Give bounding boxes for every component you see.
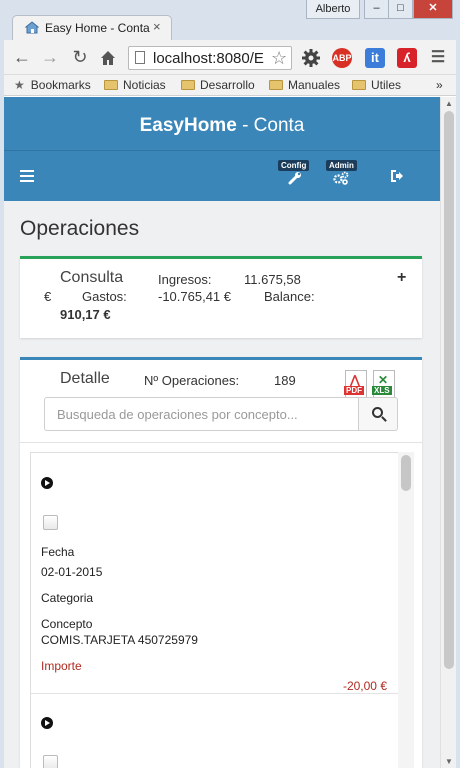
app-subtitle: - Conta (242, 115, 305, 136)
ingresos-label: Ingresos: (158, 272, 212, 287)
wrench-icon[interactable] (288, 171, 302, 185)
expand-plus-icon[interactable]: + (397, 269, 406, 287)
divider (20, 442, 422, 443)
tab-close-icon[interactable]: × (153, 19, 161, 34)
app-header: EasyHome - Conta (4, 97, 440, 150)
bookmark-folder-desarrollo[interactable]: Desarrollo (181, 78, 255, 92)
browser-toolbar: ← → ↻ localhost:8080/E ☆ ABP it ʎ ☰ (0, 40, 460, 75)
consulta-panel: Consulta Ingresos: 11.675,58 € Gastos: -… (20, 256, 422, 338)
window-titlebar: Easy Home - Conta × Alberto – □ ✕ (0, 0, 460, 41)
home-button-icon[interactable] (99, 49, 117, 67)
config-badge: Config (278, 160, 310, 171)
list-scrollbar-thumb[interactable] (401, 455, 411, 491)
operaciones-count-label: Nº Operaciones: (144, 373, 240, 388)
scroll-down-icon[interactable]: ▼ (445, 757, 453, 766)
address-bar[interactable]: localhost:8080/E ☆ (128, 46, 292, 70)
bookmarks-button[interactable]: ★ Bookmarks (14, 78, 91, 92)
page-title: Operaciones (20, 217, 140, 240)
bookmark-star-icon[interactable]: ☆ (271, 48, 287, 69)
folder-icon (269, 80, 283, 90)
tab-title: Easy Home - Conta (45, 21, 150, 35)
folder-icon (104, 80, 118, 90)
menu-icon[interactable]: ☰ (428, 48, 448, 68)
page-scrollbar[interactable]: ▲ ▼ (440, 97, 456, 768)
gastos-label: Gastos: (82, 289, 127, 304)
importe-label: Importe (41, 659, 82, 673)
operaciones-count-value: 189 (274, 373, 296, 388)
fecha-value: 02-01-2015 (41, 565, 103, 579)
page-viewport: EasyHome - Conta Config Admin Operacione… (4, 97, 440, 768)
bookmark-folder-noticias[interactable]: Noticias (104, 78, 166, 92)
gastos-value: -10.765,41 € (158, 289, 232, 304)
balance-label: Balance: (264, 289, 315, 304)
app-brand: EasyHome (139, 115, 237, 136)
gear-icon[interactable] (301, 48, 321, 68)
pdf-export-icon[interactable]: ⋀ PDF (344, 370, 367, 398)
divider (31, 693, 399, 694)
page-icon (135, 51, 145, 64)
app-navbar: Config Admin (4, 150, 440, 201)
select-checkbox[interactable] (43, 755, 58, 768)
back-icon[interactable]: ← (12, 47, 32, 67)
cogs-icon[interactable] (333, 171, 349, 185)
select-checkbox[interactable] (43, 515, 58, 530)
consulta-title: Consulta (60, 269, 124, 286)
fecha-label: Fecha (41, 545, 75, 559)
bookmarks-bar: ★ Bookmarks Noticias Desarrollo Manuales … (0, 75, 460, 96)
balance-value: 910,17 € (60, 307, 111, 322)
bookmark-folder-utiles[interactable]: Utiles (352, 78, 401, 92)
search-button[interactable] (358, 397, 398, 431)
folder-icon (352, 80, 366, 90)
scroll-up-icon[interactable]: ▲ (445, 99, 453, 108)
page-scrollbar-thumb[interactable] (444, 111, 454, 669)
profile-button[interactable]: Alberto (306, 0, 360, 19)
hamburger-menu-icon[interactable] (20, 170, 34, 182)
expand-play-icon[interactable] (41, 717, 53, 729)
importe-value: -20,00 € (342, 679, 387, 693)
browser-tab[interactable]: Easy Home - Conta × (12, 15, 172, 41)
home-icon (25, 21, 39, 34)
ingresos-value: 11.675,58 (244, 272, 301, 287)
admin-badge: Admin (326, 160, 357, 171)
folder-icon (181, 80, 195, 90)
operations-list: Fecha 02-01-2015 Categoria Concepto COMI… (30, 452, 400, 768)
detalle-panel: Detalle Nº Operaciones: 189 ⋀ PDF ✕ XLS … (20, 357, 422, 768)
minimize-button[interactable]: – (364, 0, 389, 19)
expand-play-icon[interactable] (41, 477, 53, 489)
search-input[interactable] (44, 397, 358, 431)
close-window-button[interactable]: ✕ (413, 0, 453, 19)
ingresos-currency: € (44, 289, 52, 304)
xls-export-icon[interactable]: ✕ XLS (372, 370, 395, 398)
adblock-icon[interactable]: ABP (332, 48, 352, 68)
detalle-title: Detalle (60, 370, 110, 387)
forward-icon[interactable]: → (40, 47, 60, 67)
window-border (456, 40, 460, 768)
url-text[interactable]: localhost:8080/E (153, 50, 269, 67)
bookmarks-overflow-button[interactable]: » (436, 78, 443, 92)
maximize-button[interactable]: □ (388, 0, 413, 19)
bookmark-folder-manuales[interactable]: Manuales (269, 78, 340, 92)
categoria-label: Categoria (41, 591, 94, 605)
concepto-label: Concepto (41, 617, 93, 631)
logout-icon[interactable] (390, 169, 404, 183)
reload-icon[interactable]: ↻ (70, 47, 90, 67)
concepto-value: COMIS.TARJETA 450725979 (41, 633, 198, 647)
avira-icon[interactable]: ʎ (397, 48, 417, 68)
list-scrollbar[interactable] (398, 452, 414, 768)
it-extension-icon[interactable]: it (365, 48, 385, 68)
star-icon: ★ (14, 78, 25, 92)
